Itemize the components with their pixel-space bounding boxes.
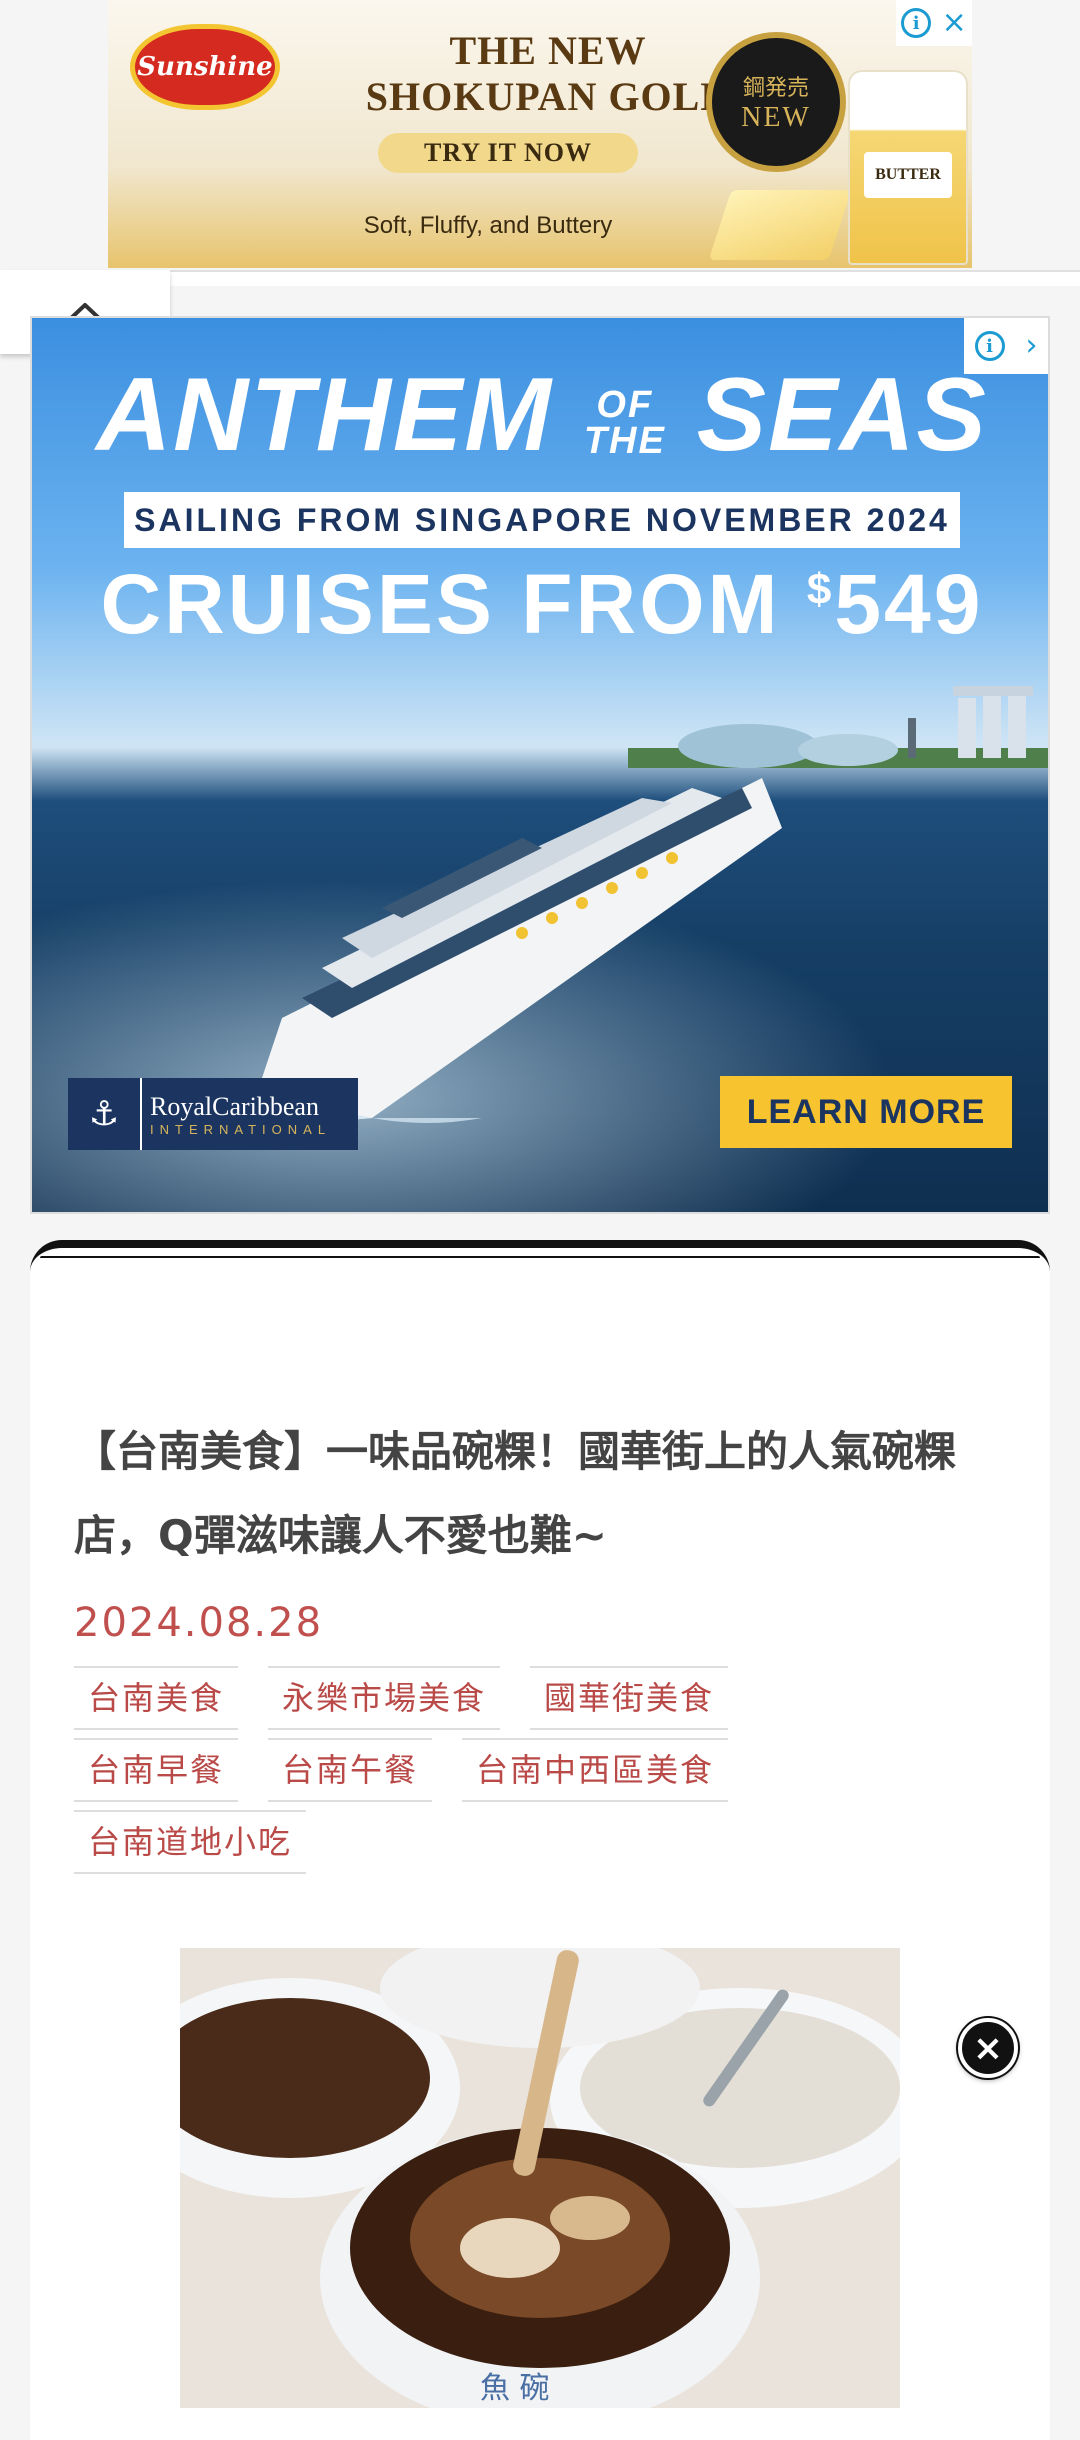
product-label: BUTTER: [864, 152, 952, 198]
tag-row: 台南美食 永樂市場美食 國華街美食: [74, 1666, 874, 1738]
bread-package-image: BUTTER: [848, 70, 968, 265]
article-title[interactable]: 【台南美食】一味品碗粿！國華街上的人氣碗粿店，Q彈滋味讓人不愛也難~: [74, 1410, 1014, 1578]
tag-row: 台南早餐 台南午餐 台南中西區美食: [74, 1738, 874, 1810]
price-prefix: CRUISES FROM: [100, 557, 807, 651]
crown-anchor-icon: ⚓: [68, 1078, 140, 1150]
sailing-banner: SAILING FROM SINGAPORE NOVEMBER 2024: [124, 492, 960, 548]
logo-brand: RoyalCaribbean: [150, 1091, 319, 1121]
ad-close-icon[interactable]: ›: [1026, 331, 1038, 361]
tag-link[interactable]: 台南早餐: [74, 1738, 239, 1802]
article-card: 【台南美食】一味品碗粿！國華街上的人氣碗粿店，Q彈滋味讓人不愛也難~ 2024.…: [30, 1240, 1050, 2440]
ad-tagline: Soft, Fluffy, and Buttery: [363, 212, 613, 239]
ad-title: ANTHEM OF THE SEAS: [32, 357, 1048, 473]
badge-zh: 鋼発売: [742, 76, 809, 101]
card-border: [40, 1256, 1040, 1258]
ad-info-icon[interactable]: i: [974, 331, 1005, 361]
tag-link[interactable]: 台南中西區美食: [462, 1738, 729, 1802]
try-it-now-button[interactable]: TRY IT NOW: [378, 133, 638, 173]
price-value: 549: [834, 557, 984, 651]
ad-close-icon[interactable]: ×: [942, 8, 967, 38]
royal-caribbean-logo: ⚓ RoyalCaribbean INTERNATIONAL: [68, 1078, 358, 1150]
learn-more-button[interactable]: LEARN MORE: [720, 1076, 1012, 1148]
butter-image: [708, 190, 852, 260]
tag-list: 台南美食 永樂市場美食 國華街美食 台南早餐 台南午餐 台南中西區美食 台南道地…: [74, 1666, 874, 1882]
ad-title-seas: SEAS: [696, 357, 988, 473]
tag-row: 台南道地小吃: [74, 1810, 874, 1882]
wan-gui-food-photo: 魚 碗: [180, 1948, 900, 2408]
sunshine-banner-ad[interactable]: Sunshine THE NEW SHOKUPAN GOLD TRY IT NO…: [108, 0, 972, 268]
badge-en: NEW: [741, 102, 811, 133]
tag-link[interactable]: 台南美食: [74, 1666, 239, 1730]
adchoices[interactable]: i ›: [964, 318, 1048, 374]
royal-caribbean-ad[interactable]: ANTHEM OF THE SEAS SAILING FROM SINGAPORE…: [30, 316, 1050, 1214]
close-floating-ad-button[interactable]: ×: [958, 2018, 1018, 2078]
ad-title-the: THE: [583, 419, 666, 462]
new-badge: 鋼発売 NEW: [706, 32, 846, 172]
price-headline: CRUISES FROM $549: [32, 556, 1048, 653]
ad-title-anthem: ANTHEM: [96, 357, 553, 473]
ad-title-of-the: OF THE: [583, 386, 666, 462]
logo-sub: INTERNATIONAL: [150, 1121, 332, 1137]
tag-link[interactable]: 國華街美食: [530, 1666, 729, 1730]
tag-link[interactable]: 永樂市場美食: [268, 1666, 501, 1730]
ad-info-icon[interactable]: i: [901, 8, 932, 38]
tag-link[interactable]: 台南道地小吃: [74, 1810, 307, 1874]
sunshine-logo: Sunshine: [130, 24, 280, 110]
svg-text:魚 碗: 魚 碗: [480, 2371, 550, 2406]
cruise-ship-image: [262, 778, 782, 1123]
price-currency: $: [806, 565, 835, 614]
logo-text: RoyalCaribbean INTERNATIONAL: [140, 1078, 358, 1150]
adchoices[interactable]: i ×: [896, 0, 972, 46]
tag-link[interactable]: 台南午餐: [268, 1738, 433, 1802]
article-date: 2024.08.28: [74, 1600, 324, 1646]
